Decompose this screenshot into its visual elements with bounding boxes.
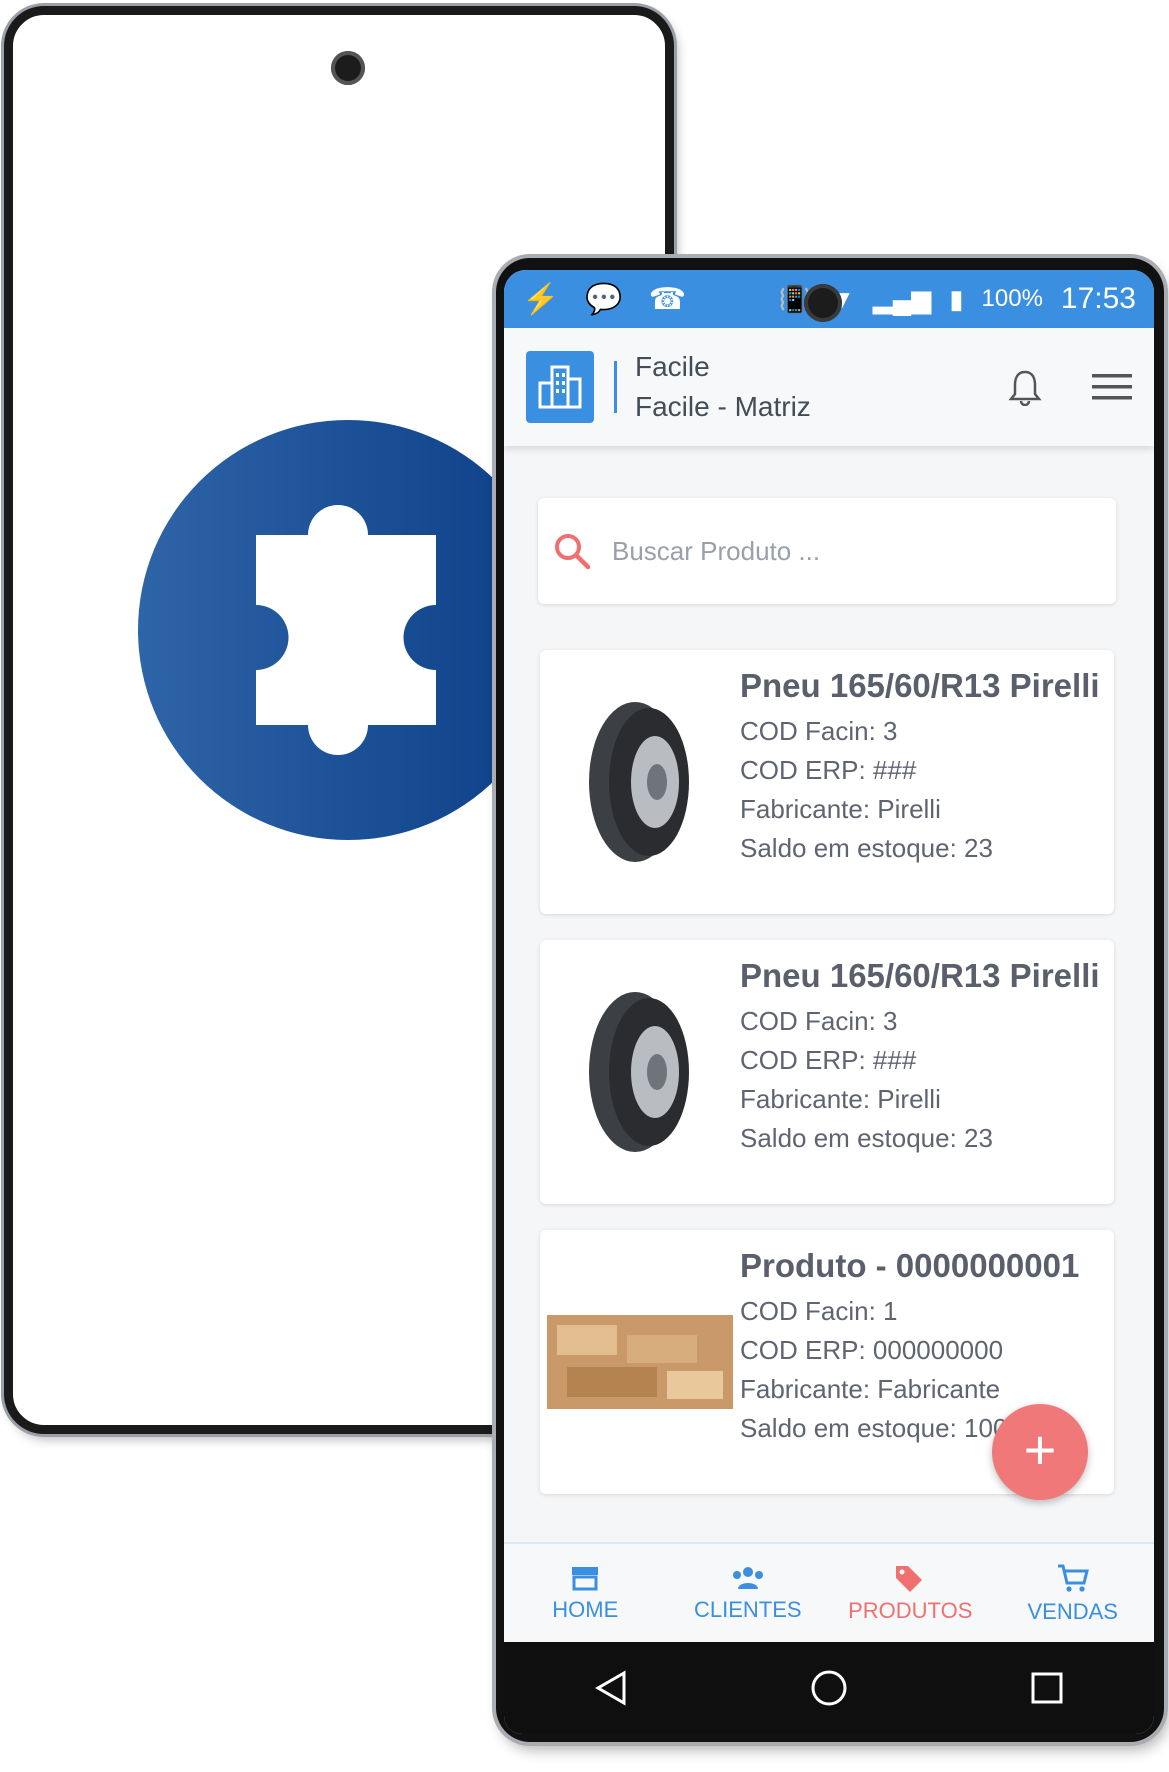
front-camera xyxy=(804,284,842,322)
product-saldo: Saldo em estoque: 23 xyxy=(740,1123,993,1153)
cart-icon xyxy=(1057,1564,1089,1592)
product-name: Pneu 165/60/R13 Pirelli xyxy=(740,667,1100,704)
building-icon xyxy=(538,365,582,409)
company-logo[interactable] xyxy=(526,351,594,423)
product-card[interactable]: Pneu 165/60/R13 Pirelli COD Facin: 3 COD… xyxy=(540,650,1114,914)
clock: 17:53 xyxy=(1060,282,1136,315)
product-cod-erp: COD ERP: 000000000 xyxy=(740,1335,1004,1365)
nav-vendas-label: VENDAS xyxy=(1027,1599,1118,1624)
product-image xyxy=(540,1230,740,1494)
nav-vendas[interactable]: VENDAS xyxy=(992,1544,1155,1644)
product-fabricante: Fabricante: Pirelli xyxy=(740,794,941,824)
puzzle-icon xyxy=(138,420,558,840)
nav-home-label: HOME xyxy=(552,1597,619,1622)
tire-icon xyxy=(589,702,689,862)
back-icon[interactable] xyxy=(594,1670,628,1706)
missed-call-icon: ☎ xyxy=(648,282,687,316)
product-fabricante: Fabricante: Pirelli xyxy=(740,1084,941,1114)
nav-produtos[interactable]: PRODUTOS xyxy=(829,1544,992,1644)
system-nav-bar xyxy=(504,1642,1154,1734)
tags-icon xyxy=(896,1566,923,1592)
message-icon: 💬 xyxy=(585,282,623,316)
nav-produtos-label: PRODUTOS xyxy=(848,1598,973,1623)
wood-image xyxy=(547,1315,733,1409)
app-header: Facile Facile - Matriz xyxy=(504,328,1154,446)
battery-icon: ▮ xyxy=(949,283,964,314)
product-name: Pneu 165/60/R13 Pirelli xyxy=(740,957,1100,994)
product-name: Produto - 0000000001 xyxy=(740,1247,1080,1284)
product-card[interactable]: Pneu 165/60/R13 Pirelli COD Facin: 3 COD… xyxy=(540,940,1114,1204)
product-saldo: Saldo em estoque: 23 xyxy=(740,833,993,863)
product-fabricante: Fabricante: Fabricante xyxy=(740,1374,1001,1404)
home-circle-icon[interactable] xyxy=(809,1668,849,1708)
product-cod-facin: COD Facin: 3 xyxy=(740,1006,898,1036)
menu-icon[interactable] xyxy=(1092,372,1132,402)
recents-icon[interactable] xyxy=(1030,1671,1064,1705)
flash-icon: ⚡ xyxy=(522,282,560,316)
header-titles: Facile Facile - Matriz xyxy=(635,347,811,427)
bell-icon[interactable] xyxy=(1008,368,1042,406)
signal-icon: ▂▄▆ xyxy=(872,283,932,314)
search-icon xyxy=(555,534,591,570)
front-phone: ⚡ 💬 ☎ 📳 ▼ ▂▄▆ ▮ 100% 17:53 Facile Facile… xyxy=(496,258,1164,1742)
search-bar[interactable] xyxy=(538,498,1116,604)
tire-icon xyxy=(589,992,689,1152)
store-icon xyxy=(572,1567,599,1591)
product-cod-facin: COD Facin: 1 xyxy=(740,1296,898,1326)
nav-home[interactable]: HOME xyxy=(504,1544,667,1644)
search-input[interactable] xyxy=(610,534,1094,568)
people-icon xyxy=(732,1567,763,1589)
app-screen: ⚡ 💬 ☎ 📳 ▼ ▂▄▆ ▮ 100% 17:53 Facile Facile… xyxy=(504,270,1154,1734)
nav-clientes-label: CLIENTES xyxy=(693,1597,802,1622)
branch-name: Facile - Matriz xyxy=(635,391,811,422)
header-divider xyxy=(614,361,617,413)
battery-percent: 100% xyxy=(981,285,1043,312)
product-image xyxy=(540,650,740,914)
product-cod-erp: COD ERP: ### xyxy=(740,1045,917,1075)
product-cod-erp: COD ERP: ### xyxy=(740,755,917,785)
bottom-nav: HOME CLIENTES PRODUTOS VENDAS xyxy=(504,1542,1154,1644)
company-name: Facile xyxy=(635,351,710,382)
back-phone-camera xyxy=(331,51,365,85)
add-product-button[interactable]: + xyxy=(992,1404,1088,1500)
product-image xyxy=(540,940,740,1204)
product-list: Pneu 165/60/R13 Pirelli COD Facin: 3 COD… xyxy=(540,650,1114,1520)
product-cod-facin: COD Facin: 3 xyxy=(740,716,898,746)
nav-clientes[interactable]: CLIENTES xyxy=(667,1544,830,1644)
